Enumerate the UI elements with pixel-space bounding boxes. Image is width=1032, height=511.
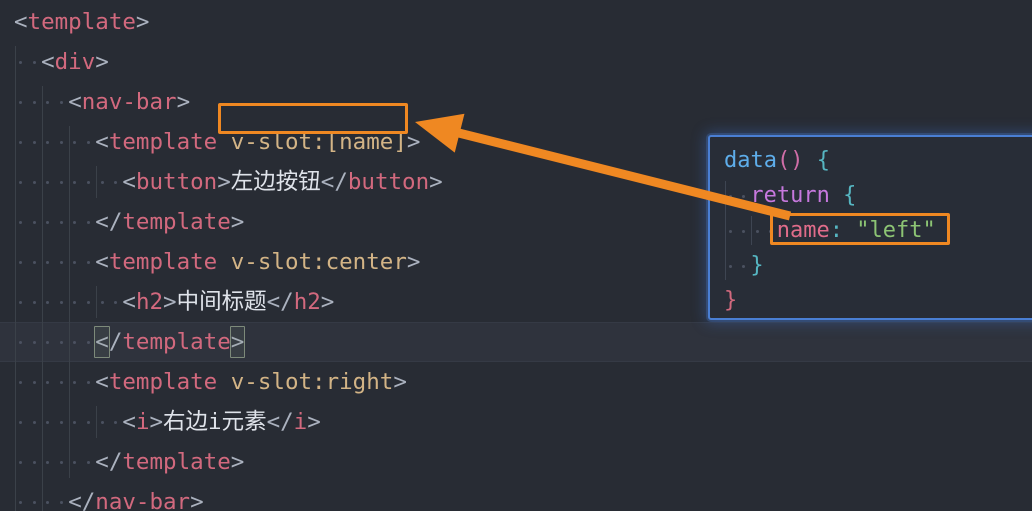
panel-code-line[interactable]: return { [710, 178, 1032, 213]
code-token: v-slot:center [230, 249, 407, 275]
bracket-match-open [94, 326, 110, 358]
code-token: } [724, 288, 738, 313]
code-line[interactable]: <div> [0, 42, 1032, 82]
code-token: template [108, 129, 218, 155]
code-token: } [750, 253, 764, 278]
code-line[interactable]: <nav-bar> [0, 82, 1032, 122]
code-token: button [347, 169, 430, 195]
code-token: </ [320, 169, 348, 195]
code-token: < [95, 129, 109, 155]
code-token: { [843, 183, 857, 208]
code-token: > [393, 369, 407, 395]
code-token: > [406, 249, 421, 275]
code-token: < [95, 369, 109, 395]
code-token: > [135, 9, 150, 35]
code-line[interactable]: <i>右边i元素</i> [0, 402, 1032, 442]
code-line[interactable]: </template> [0, 322, 1032, 362]
code-line[interactable]: <template v-slot:right> [0, 362, 1032, 402]
code-token: </ [95, 449, 123, 475]
code-token: < [68, 89, 82, 115]
code-line[interactable]: </template> [0, 442, 1032, 482]
code-token: div [54, 49, 96, 75]
code-token: < [95, 249, 109, 275]
code-token: > [406, 129, 421, 155]
code-token: template [122, 209, 231, 235]
code-token: < [122, 169, 136, 195]
code-token: < [122, 409, 136, 435]
code-token: > [176, 89, 191, 115]
panel-code-line[interactable]: name: "left" [710, 213, 1032, 248]
code-token: > [307, 409, 321, 435]
code-token: nav-bar [81, 89, 177, 115]
code-token: template [122, 449, 231, 475]
code-token: v-slot:right [230, 369, 394, 395]
code-token: template [122, 329, 231, 355]
code-token: > [429, 169, 443, 195]
code-token: v-slot:[name] [230, 129, 407, 155]
code-token: h2 [135, 289, 164, 315]
code-line[interactable]: </nav-bar> [0, 482, 1032, 511]
code-line[interactable]: <template> [0, 2, 1032, 42]
code-token: > [230, 449, 245, 475]
code-token: i [135, 409, 150, 435]
code-token: i [293, 409, 308, 435]
bracket-match-close [229, 326, 246, 358]
code-token: name [776, 218, 830, 243]
code-token: 中间标题 [176, 289, 267, 315]
code-token: > [217, 169, 231, 195]
code-token: 右边i元素 [163, 409, 267, 435]
code-token: "left" [856, 218, 936, 243]
code-token: </ [68, 489, 96, 511]
code-token: h2 [293, 289, 321, 315]
code-screenshot: <template> <div> <nav-bar> <template v-slot… [0, 0, 1032, 511]
code-token: template [27, 9, 136, 35]
code-token: </ [266, 289, 294, 315]
code-token: < [14, 9, 28, 35]
code-token: template [108, 249, 218, 275]
code-token: > [320, 289, 335, 315]
panel-code-line[interactable]: } [710, 283, 1032, 318]
code-token: > [163, 289, 177, 315]
code-token: return [750, 183, 830, 208]
code-token: data [724, 148, 777, 173]
code-token: > [230, 209, 245, 235]
code-token: { [816, 148, 830, 173]
code-token: < [41, 49, 55, 75]
panel-code-line[interactable]: } [710, 248, 1032, 283]
code-token: () [776, 148, 804, 173]
code-token: nav-bar [95, 489, 191, 511]
data-function-panel[interactable]: data() {return {name: "left"}} [708, 135, 1032, 320]
code-token: : [829, 218, 844, 243]
code-token: > [190, 489, 204, 511]
code-token: < [122, 289, 136, 315]
code-token: </ [95, 209, 123, 235]
code-token: </ [266, 409, 294, 435]
code-token: template [108, 369, 218, 395]
code-token: > [95, 49, 109, 75]
code-token: > [149, 409, 164, 435]
code-token: button [135, 169, 218, 195]
code-token: 左边按钮 [230, 169, 321, 195]
panel-code-line[interactable]: data() { [710, 143, 1032, 178]
